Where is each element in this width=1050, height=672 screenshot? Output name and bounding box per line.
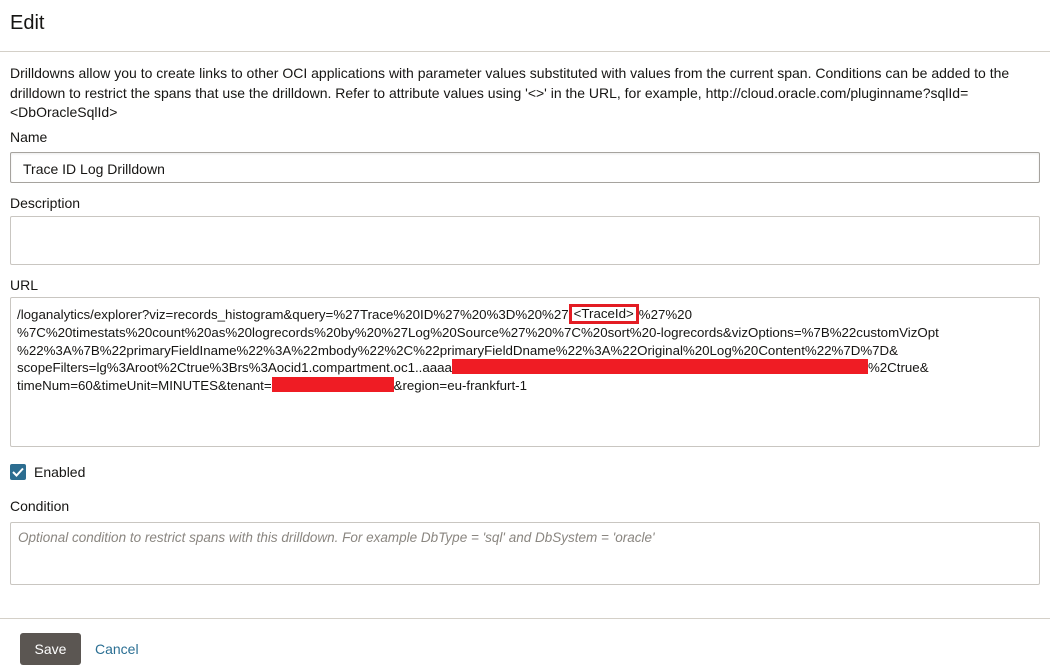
enabled-label: Enabled — [34, 464, 86, 480]
url-line4-end: %2Ctrue& — [867, 360, 929, 376]
save-button[interactable]: Save — [20, 633, 81, 665]
url-line1-start: /loganalytics/explorer?viz=records_histo… — [17, 307, 569, 322]
description-input[interactable] — [10, 216, 1040, 265]
condition-label: Condition — [10, 498, 70, 514]
name-value: Trace ID Log Drilldown — [23, 161, 165, 177]
url-line5-start: timeNum=60&timeUnit=MINUTES&tenant= — [17, 377, 272, 393]
dialog-footer: Save Cancel — [0, 618, 1050, 672]
name-input[interactable]: Trace ID Log Drilldown — [10, 152, 1040, 183]
cancel-link[interactable]: Cancel — [95, 641, 139, 657]
url-textarea[interactable]: /loganalytics/explorer?viz=records_histo… — [10, 297, 1040, 447]
url-line3: %22%3A%7B%22primaryFieldIname%22%3A%22mb… — [17, 342, 899, 358]
url-line2: %7C%20timestats%20count%20as%20logrecord… — [17, 325, 939, 340]
condition-placeholder: Optional condition to restrict spans wit… — [18, 530, 655, 545]
name-label: Name — [10, 129, 48, 145]
url-text: /loganalytics/explorer?viz=records_histo… — [17, 304, 1035, 394]
description-label: Description — [10, 195, 81, 211]
intro-text: Drilldowns allow you to create links to … — [10, 65, 1010, 120]
dialog-title: Edit — [10, 12, 45, 34]
url-label: URL — [10, 277, 39, 293]
url-line4-start: scopeFilters=lg%3Aroot%2Ctrue%3Brs%3Aoci… — [17, 360, 452, 376]
tenant-redaction — [271, 376, 394, 392]
compartment-redaction — [451, 359, 868, 375]
check-icon — [12, 467, 24, 477]
url-line5-end: &region=eu-frankfurt-1 — [393, 377, 528, 393]
dialog-header: Edit — [0, 0, 1050, 52]
traceid-highlight: <TraceId> — [568, 304, 639, 324]
condition-textarea[interactable]: Optional condition to restrict spans wit… — [10, 522, 1040, 585]
url-line1-end: %27%20 — [638, 307, 692, 322]
enabled-checkbox[interactable] — [10, 464, 26, 480]
